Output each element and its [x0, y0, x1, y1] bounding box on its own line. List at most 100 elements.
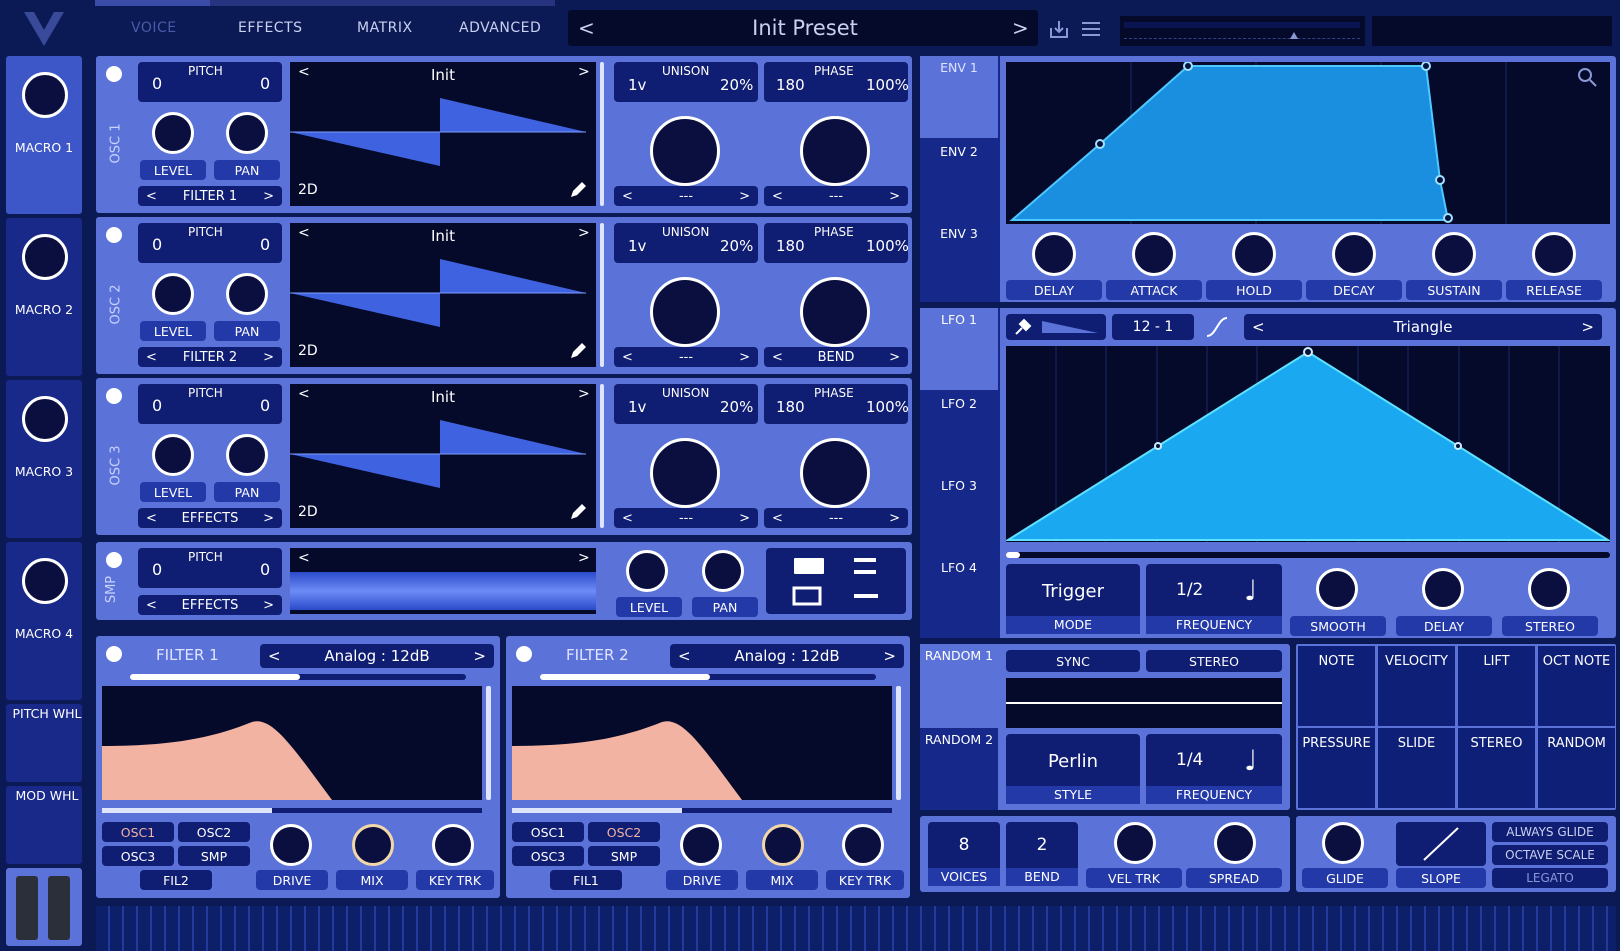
preset-name[interactable]: Init Preset: [700, 16, 910, 40]
lfo-grid[interactable]: 12 - 1: [1112, 314, 1194, 340]
filter-2-src-osc3[interactable]: OSC3: [512, 846, 584, 866]
random-tab-1[interactable]: RANDOM 1: [920, 644, 998, 726]
random-sync-button[interactable]: SYNC: [1006, 650, 1140, 672]
osc-3-scrollbar[interactable]: [600, 384, 604, 528]
filter-1-power[interactable]: [106, 646, 122, 662]
filter-2-cutoff-slider[interactable]: [540, 674, 876, 680]
filter-1-type[interactable]: < Analog : 12dB >: [260, 644, 494, 668]
osc-3-level-knob[interactable]: [152, 434, 194, 476]
mod-source-3[interactable]: OCT NOTE: [1538, 646, 1615, 726]
osc-1-pan-knob[interactable]: [226, 112, 268, 154]
wheel-controls[interactable]: [6, 868, 82, 946]
sample-display[interactable]: < >: [290, 548, 596, 614]
osc-3-phase[interactable]: 180 PHASE 100%: [764, 384, 909, 424]
filter-2-src-osc2[interactable]: OSC2: [588, 822, 660, 842]
vel-trk-knob[interactable]: [1114, 822, 1156, 864]
filter-2-src-smp[interactable]: SMP: [588, 846, 660, 866]
osc-1-scrollbar[interactable]: [600, 62, 604, 206]
osc-2-pan-knob[interactable]: [226, 273, 268, 315]
macro-4-knob[interactable]: [22, 558, 68, 604]
filter-2-response[interactable]: [512, 686, 892, 800]
osc-1-phase[interactable]: 180 PHASE 100%: [764, 62, 909, 102]
osc-1-power[interactable]: [106, 66, 122, 82]
smp-dest[interactable]: < EFFECTS >: [138, 595, 282, 615]
lfo-graph[interactable]: [1006, 346, 1610, 542]
lfo-curve-icon[interactable]: [1204, 314, 1230, 344]
filter-1-cutoff-slider[interactable]: [130, 674, 466, 680]
lfo-paint-button[interactable]: [1006, 314, 1106, 340]
filter-1-src-osc1[interactable]: OSC1: [102, 822, 174, 842]
lfo-delay-knob[interactable]: [1422, 568, 1464, 610]
filter-2-power[interactable]: [516, 646, 532, 662]
osc-1-unison-selector[interactable]: < --- >: [614, 186, 758, 206]
keyboard[interactable]: [96, 906, 1616, 951]
sample-power[interactable]: [106, 552, 122, 568]
filter-2-keytrk-knob[interactable]: [842, 824, 884, 866]
lfo-tab-4[interactable]: LFO 4: [920, 556, 998, 636]
filter-1-src-fil[interactable]: FIL2: [140, 870, 212, 890]
env-tab-3[interactable]: ENV 3: [920, 222, 998, 302]
filter-2-bottom-slider[interactable]: [512, 808, 892, 813]
filter-2-mix-knob[interactable]: [762, 824, 804, 866]
osc-3-phase-knob[interactable]: [800, 438, 870, 508]
edit-icon[interactable]: [568, 180, 588, 200]
filter-1-src-smp[interactable]: SMP: [178, 846, 250, 866]
lfo-stereo-knob[interactable]: [1528, 568, 1570, 610]
env-knob-2[interactable]: [1232, 232, 1276, 276]
osc-2-level-knob[interactable]: [152, 273, 194, 315]
save-icon[interactable]: [1048, 18, 1070, 44]
osc-2-phase[interactable]: 180 PHASE 100%: [764, 223, 909, 263]
mod-source-5[interactable]: SLIDE: [1378, 728, 1455, 808]
osc-1-phase-selector[interactable]: < --- >: [764, 186, 908, 206]
osc-1-pitch[interactable]: 0 PITCH 0: [138, 62, 282, 102]
filter-1-response[interactable]: [102, 686, 482, 800]
osc-3-unison[interactable]: 1v UNISON 20%: [614, 384, 758, 424]
env-tab-1[interactable]: ENV 1: [920, 56, 998, 138]
osc-3-pitch[interactable]: 0 PITCH 0: [138, 384, 282, 424]
smp-level-knob[interactable]: [626, 550, 668, 592]
sample-options[interactable]: [766, 548, 906, 614]
random-stereo-button[interactable]: STEREO: [1146, 650, 1282, 672]
env-knob-3[interactable]: [1332, 232, 1376, 276]
osc-3-pan-knob[interactable]: [226, 434, 268, 476]
random-tab-2[interactable]: RANDOM 2: [920, 728, 998, 810]
volume-meter[interactable]: [1120, 16, 1365, 46]
osc-2-destination[interactable]: < FILTER 2 >: [138, 347, 282, 367]
envelope-graph[interactable]: [1006, 62, 1610, 224]
tab-matrix[interactable]: MATRIX: [357, 20, 413, 36]
macro-1-knob[interactable]: [22, 72, 68, 118]
filter-1-src-osc2[interactable]: OSC2: [178, 822, 250, 842]
filter-1-drive-knob[interactable]: [270, 824, 312, 866]
osc-2-unison-knob[interactable]: [650, 277, 720, 347]
smp-pitch[interactable]: 0 PITCH 0: [138, 548, 282, 588]
mod-source-0[interactable]: NOTE: [1298, 646, 1375, 726]
tab-effects[interactable]: EFFECTS: [238, 20, 303, 36]
mod-source-4[interactable]: PRESSURE: [1298, 728, 1375, 808]
filter-2-drive-knob[interactable]: [680, 824, 722, 866]
edit-icon[interactable]: [568, 502, 588, 522]
env-tab-2[interactable]: ENV 2: [920, 140, 998, 220]
osc-2-wavetable[interactable]: < Init > 2D: [290, 223, 596, 367]
env-knob-4[interactable]: [1432, 232, 1476, 276]
osc-1-unison[interactable]: 1v UNISON 20%: [614, 62, 758, 102]
always-glide-button[interactable]: ALWAYS GLIDE: [1492, 822, 1608, 842]
zoom-icon[interactable]: [1576, 66, 1598, 92]
spread-knob[interactable]: [1214, 822, 1256, 864]
filter-2-src-fil[interactable]: FIL1: [550, 870, 622, 890]
osc-1-destination[interactable]: < FILTER 1 >: [138, 186, 282, 206]
menu-icon[interactable]: [1080, 20, 1102, 42]
osc-2-unison-selector[interactable]: < --- >: [614, 347, 758, 367]
mod-source-7[interactable]: RANDOM: [1538, 728, 1615, 808]
mod-source-1[interactable]: VELOCITY: [1378, 646, 1455, 726]
osc-2-unison[interactable]: 1v UNISON 20%: [614, 223, 758, 263]
preset-next-button[interactable]: >: [1012, 16, 1029, 40]
filter-1-src-osc3[interactable]: OSC3: [102, 846, 174, 866]
osc-3-wavetable[interactable]: < Init > 2D: [290, 384, 596, 528]
env-knob-5[interactable]: [1532, 232, 1576, 276]
lfo-tab-2[interactable]: LFO 2: [920, 392, 998, 472]
filter-2-type[interactable]: < Analog : 12dB >: [670, 644, 904, 668]
lfo-phase-slider[interactable]: [1006, 552, 1610, 558]
preset-prev-button[interactable]: <: [578, 16, 595, 40]
filter-1-bottom-slider[interactable]: [102, 808, 482, 813]
osc-3-unison-selector[interactable]: < --- >: [614, 508, 758, 528]
